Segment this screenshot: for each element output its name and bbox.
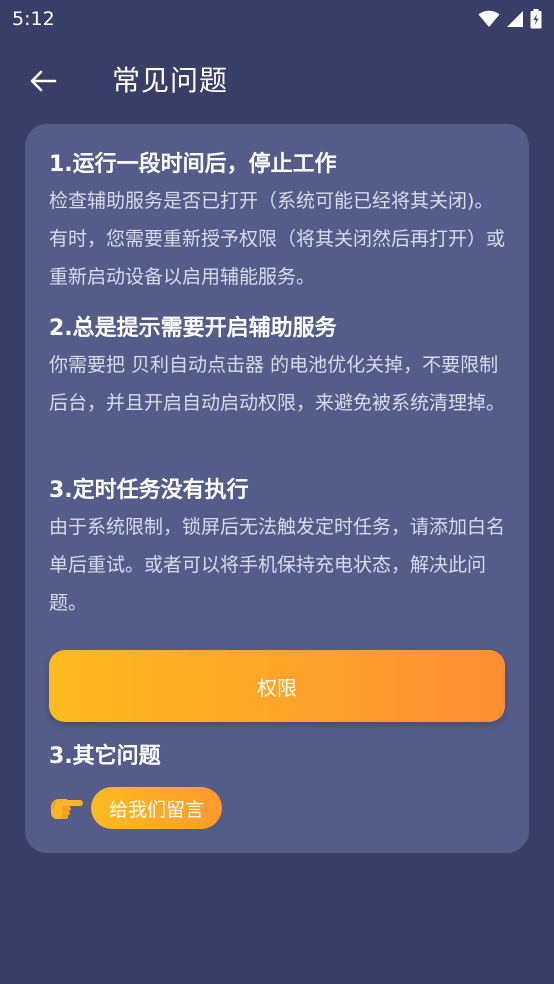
signal-icon	[507, 11, 523, 27]
faq-item-3: 3.定时任务没有执行 由于系统限制，锁屏后无法触发定时任务，请添加白名单后重试。…	[49, 476, 509, 622]
arrow-left-icon	[30, 70, 57, 92]
page-title: 常见问题	[112, 64, 229, 97]
faq-question: 2.总是提示需要开启辅助服务	[49, 316, 337, 341]
wifi-icon	[478, 10, 500, 27]
back-button[interactable]	[24, 62, 62, 100]
pointing-hand-icon	[51, 799, 83, 819]
status-bar: 5:12	[0, 0, 554, 38]
faq-card: 1.运行一段时间后，停止工作 检查辅助服务是否已打开（系统可能已经将其关闭)。有…	[25, 124, 529, 853]
faq-answer: 由于系统限制，锁屏后无法触发定时任务，请添加白名单后重试。或者可以将手机保持充电…	[49, 516, 506, 614]
faq-item-1: 1.运行一段时间后，停止工作 检查辅助服务是否已打开（系统可能已经将其关闭)。有…	[49, 150, 509, 296]
faq-item-2: 2.总是提示需要开启辅助服务 你需要把 贝利自动点击器 的电池优化关掉，不要限制…	[49, 314, 509, 422]
permission-button[interactable]: 权限	[49, 650, 505, 722]
status-icons	[478, 9, 542, 29]
message-row: 给我们留言	[49, 787, 223, 829]
faq-answer: 你需要把 贝利自动点击器 的电池优化关掉，不要限制后台，并且开启自动启动权限，来…	[49, 354, 506, 414]
faq-question: 1.运行一段时间后，停止工作	[49, 152, 337, 177]
faq-question: 3.定时任务没有执行	[49, 478, 249, 503]
other-questions-title: 3.其它问题	[49, 744, 161, 769]
faq-answer: 检查辅助服务是否已打开（系统可能已经将其关闭)。有时，您需要重新授予权限（将其关…	[49, 190, 506, 288]
app-bar: 常见问题	[0, 50, 554, 112]
status-time: 5:12	[12, 8, 55, 30]
leave-message-button[interactable]: 给我们留言	[91, 787, 223, 829]
battery-charging-icon	[530, 9, 542, 29]
